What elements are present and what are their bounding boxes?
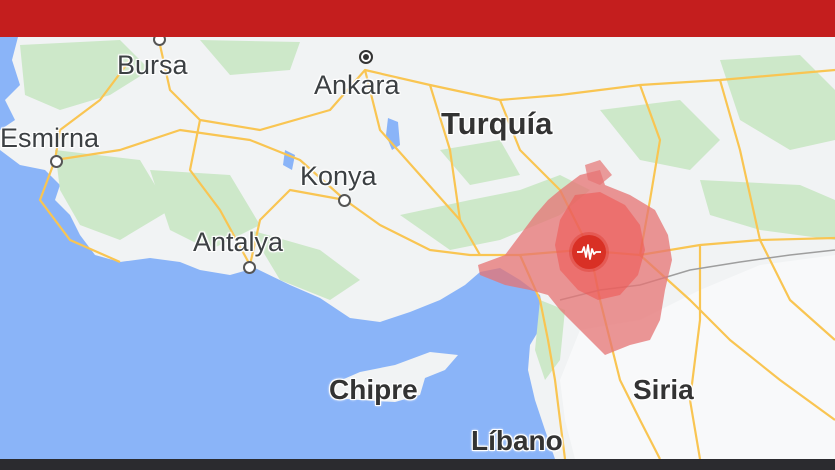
label-bursa: Bursa — [117, 50, 188, 80]
label-antalya: Antalya — [193, 227, 284, 257]
footer-bar — [0, 459, 835, 470]
seismograph-icon[interactable] — [572, 235, 606, 269]
label-chipre: Chipre — [329, 374, 418, 405]
map[interactable]: Bursa Ankara Esmirna Turquía Konya Antal… — [0, 37, 835, 459]
city-marker-konya — [338, 194, 351, 207]
capital-marker-ankara — [359, 50, 373, 64]
seismograph-wave — [577, 244, 601, 260]
header-bar — [0, 0, 835, 37]
label-turquia: Turquía — [441, 106, 553, 141]
label-konya: Konya — [300, 161, 377, 191]
city-marker-esmirna — [50, 155, 63, 168]
city-marker-antalya — [243, 261, 256, 274]
label-libano: Líbano — [471, 425, 563, 456]
label-ankara: Ankara — [314, 70, 400, 100]
label-siria: Siria — [633, 374, 694, 405]
label-esmirna: Esmirna — [0, 123, 100, 153]
